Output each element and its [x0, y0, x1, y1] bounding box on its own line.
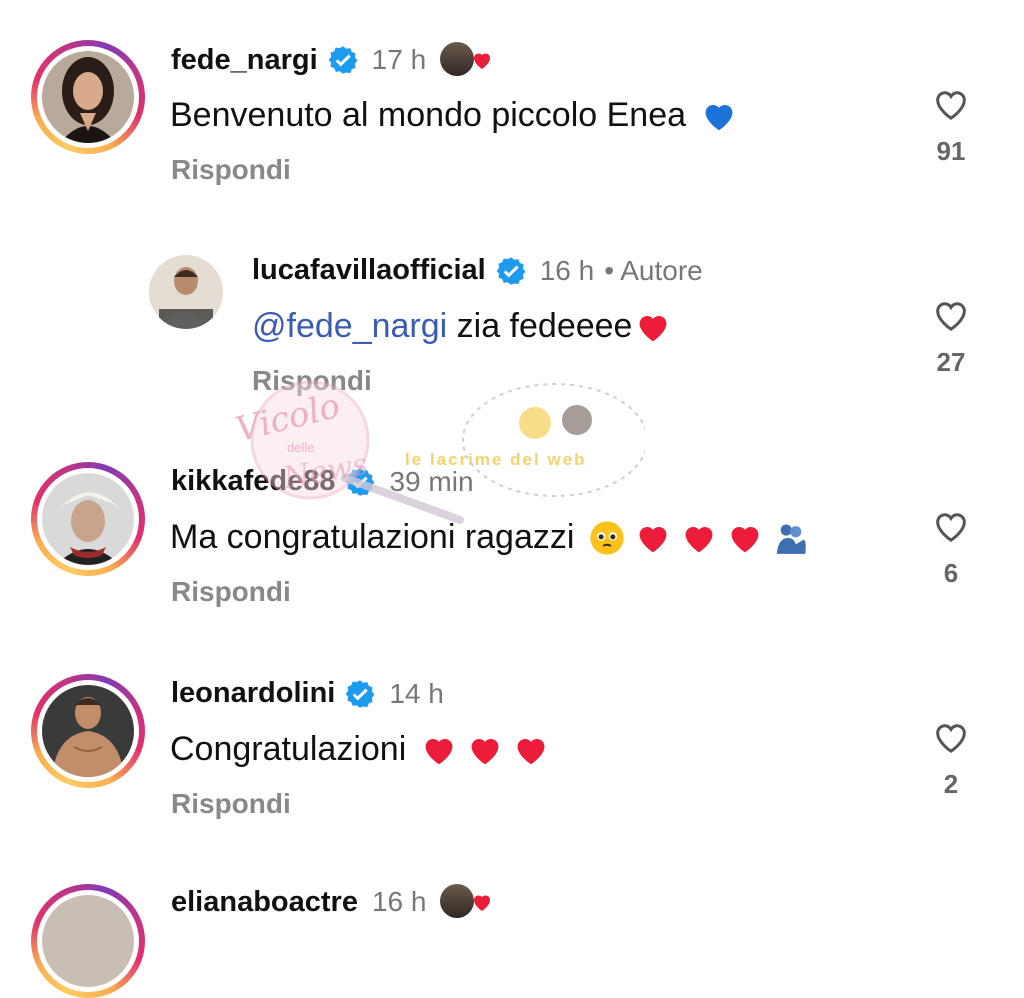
author-label: • Autore	[604, 254, 703, 286]
username[interactable]: kikkafede88	[171, 465, 335, 498]
avatar[interactable]	[31, 674, 145, 788]
like-heart-icon[interactable]	[930, 295, 972, 335]
like-heart-icon[interactable]	[930, 84, 972, 124]
verified-badge-icon	[345, 679, 375, 708]
verified-badge-icon	[346, 467, 375, 496]
avatar[interactable]	[31, 40, 145, 154]
author-like-avatar	[440, 42, 491, 78]
timestamp: 16 h	[539, 254, 595, 286]
username[interactable]: lucafavillaofficial	[252, 254, 486, 287]
like-count: 6	[943, 558, 959, 588]
verified-badge-icon	[328, 46, 358, 74]
blue-heart-icon	[705, 104, 733, 130]
avatar[interactable]	[149, 255, 223, 329]
like-count: 27	[936, 347, 966, 377]
username[interactable]: elianaboactre	[171, 886, 358, 919]
mention-link[interactable]: @fede_nargi	[252, 307, 447, 346]
username[interactable]: fede_nargi	[171, 44, 318, 77]
red-heart-icon	[471, 738, 499, 764]
red-heart-icon	[425, 738, 453, 764]
red-heart-icon	[685, 526, 713, 552]
avatar[interactable]	[31, 884, 145, 998]
red-heart-icon	[517, 738, 545, 764]
red-heart-icon	[639, 526, 667, 552]
reply-button[interactable]: Rispondi	[171, 576, 291, 608]
people-hugging-icon	[777, 524, 807, 554]
comment-text: Benvenuto al mondo piccolo Enea	[170, 96, 687, 134]
username[interactable]: leonardolini	[171, 677, 335, 710]
like-heart-icon[interactable]	[930, 506, 972, 546]
red-heart-icon	[474, 895, 491, 911]
pleading-face-icon	[590, 520, 625, 555]
avatar[interactable]	[31, 462, 145, 576]
verified-badge-icon	[496, 256, 526, 285]
timestamp: 16 h	[371, 886, 427, 917]
watermark: Vicolo delle News le lacrime del web	[205, 378, 648, 528]
reply-button[interactable]: Rispondi	[171, 154, 291, 186]
like-heart-icon[interactable]	[930, 717, 972, 757]
watermark-text: delle	[287, 440, 315, 455]
author-like-avatar	[440, 884, 491, 920]
reply-button[interactable]: Rispondi	[252, 365, 372, 397]
like-count: 91	[936, 136, 966, 166]
timestamp: 17 h	[371, 44, 427, 75]
timestamp: 39 min	[389, 465, 474, 497]
comment-text: zia fedeeee	[447, 307, 633, 345]
comment-text: Ma congratulazioni ragazzi	[170, 518, 575, 556]
reply-button[interactable]: Rispondi	[171, 788, 291, 820]
timestamp: 14 h	[389, 677, 444, 709]
red-heart-icon	[640, 315, 667, 341]
red-heart-icon	[474, 53, 491, 69]
like-count: 2	[943, 769, 959, 799]
comment-text: Congratulazioni	[170, 730, 407, 768]
red-heart-icon	[731, 526, 759, 552]
